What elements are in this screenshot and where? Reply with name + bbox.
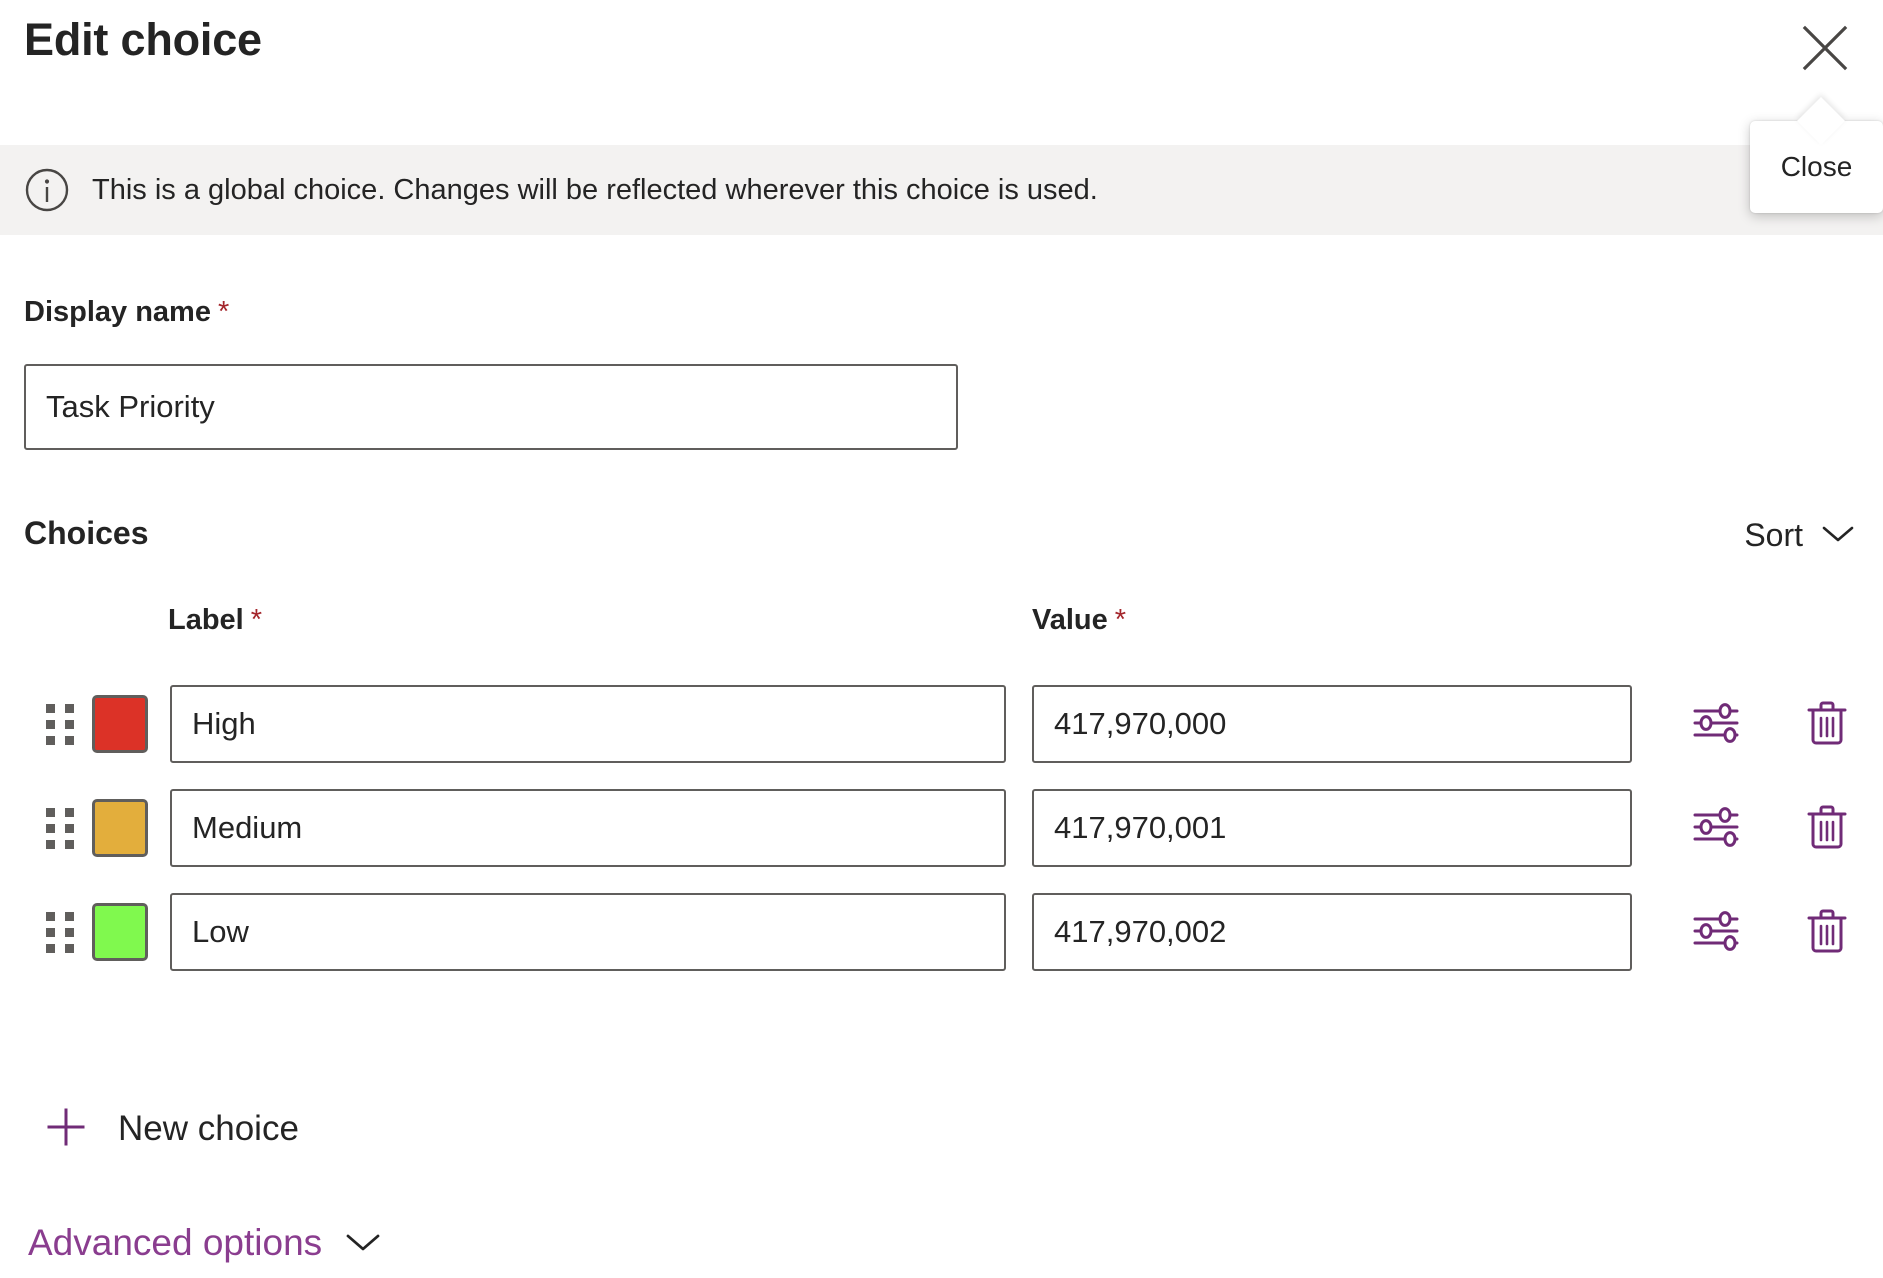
drag-handle-icon[interactable] [46,912,74,952]
page-title: Edit choice [24,14,262,66]
edit-choice-panel: Edit choice Close This is a global choic… [0,0,1883,1278]
column-header-value: Value* [1032,604,1126,637]
table-row [0,880,1883,984]
chevron-down-icon [344,1230,382,1257]
display-name-label-text: Display name [24,296,211,328]
choice-value-input[interactable] [1032,685,1632,763]
color-swatch[interactable] [92,903,148,961]
choice-label-input[interactable] [170,893,1006,971]
column-header-label-text: Label [168,604,244,636]
choice-delete-button[interactable] [1790,687,1864,761]
choices-list [0,672,1883,984]
table-row [0,776,1883,880]
close-button[interactable] [1789,12,1861,84]
advanced-options-label: Advanced options [28,1222,322,1264]
required-asterisk: * [251,604,262,636]
info-banner-text: This is a global choice. Changes will be… [92,176,1098,205]
choice-delete-button[interactable] [1790,791,1864,865]
choices-heading: Choices [24,515,148,552]
choice-delete-button[interactable] [1790,895,1864,969]
sort-button[interactable]: Sort [1740,515,1859,556]
advanced-options-toggle[interactable]: Advanced options [22,1218,388,1268]
required-asterisk: * [1115,604,1126,636]
choice-value-input[interactable] [1032,789,1632,867]
info-banner: This is a global choice. Changes will be… [0,145,1883,235]
drag-handle-icon[interactable] [46,704,74,744]
close-icon [1799,22,1851,74]
table-row [0,672,1883,776]
tooltip-label: Close [1781,151,1853,183]
choice-value-input[interactable] [1032,893,1632,971]
column-header-label: Label* [168,604,262,637]
choice-label-input[interactable] [170,789,1006,867]
choice-settings-button[interactable] [1680,791,1754,865]
sort-label: Sort [1744,517,1803,554]
choice-settings-button[interactable] [1680,895,1754,969]
panel-header: Edit choice [0,0,1883,145]
sliders-icon [1691,804,1743,853]
drag-handle-icon[interactable] [46,808,74,848]
info-icon [24,167,70,213]
trash-icon [1803,905,1851,960]
display-name-label: Display name* [24,296,229,329]
plus-icon [42,1103,90,1154]
new-choice-label: New choice [118,1109,299,1149]
color-swatch[interactable] [92,799,148,857]
trash-icon [1803,697,1851,752]
choice-label-input[interactable] [170,685,1006,763]
sliders-icon [1691,700,1743,749]
required-asterisk: * [218,296,229,328]
column-header-value-text: Value [1032,604,1108,636]
trash-icon [1803,801,1851,856]
display-name-input[interactable] [24,364,958,450]
sliders-icon [1691,908,1743,957]
new-choice-button[interactable]: New choice [32,1095,309,1162]
color-swatch[interactable] [92,695,148,753]
choice-settings-button[interactable] [1680,687,1754,761]
chevron-down-icon [1821,523,1855,548]
